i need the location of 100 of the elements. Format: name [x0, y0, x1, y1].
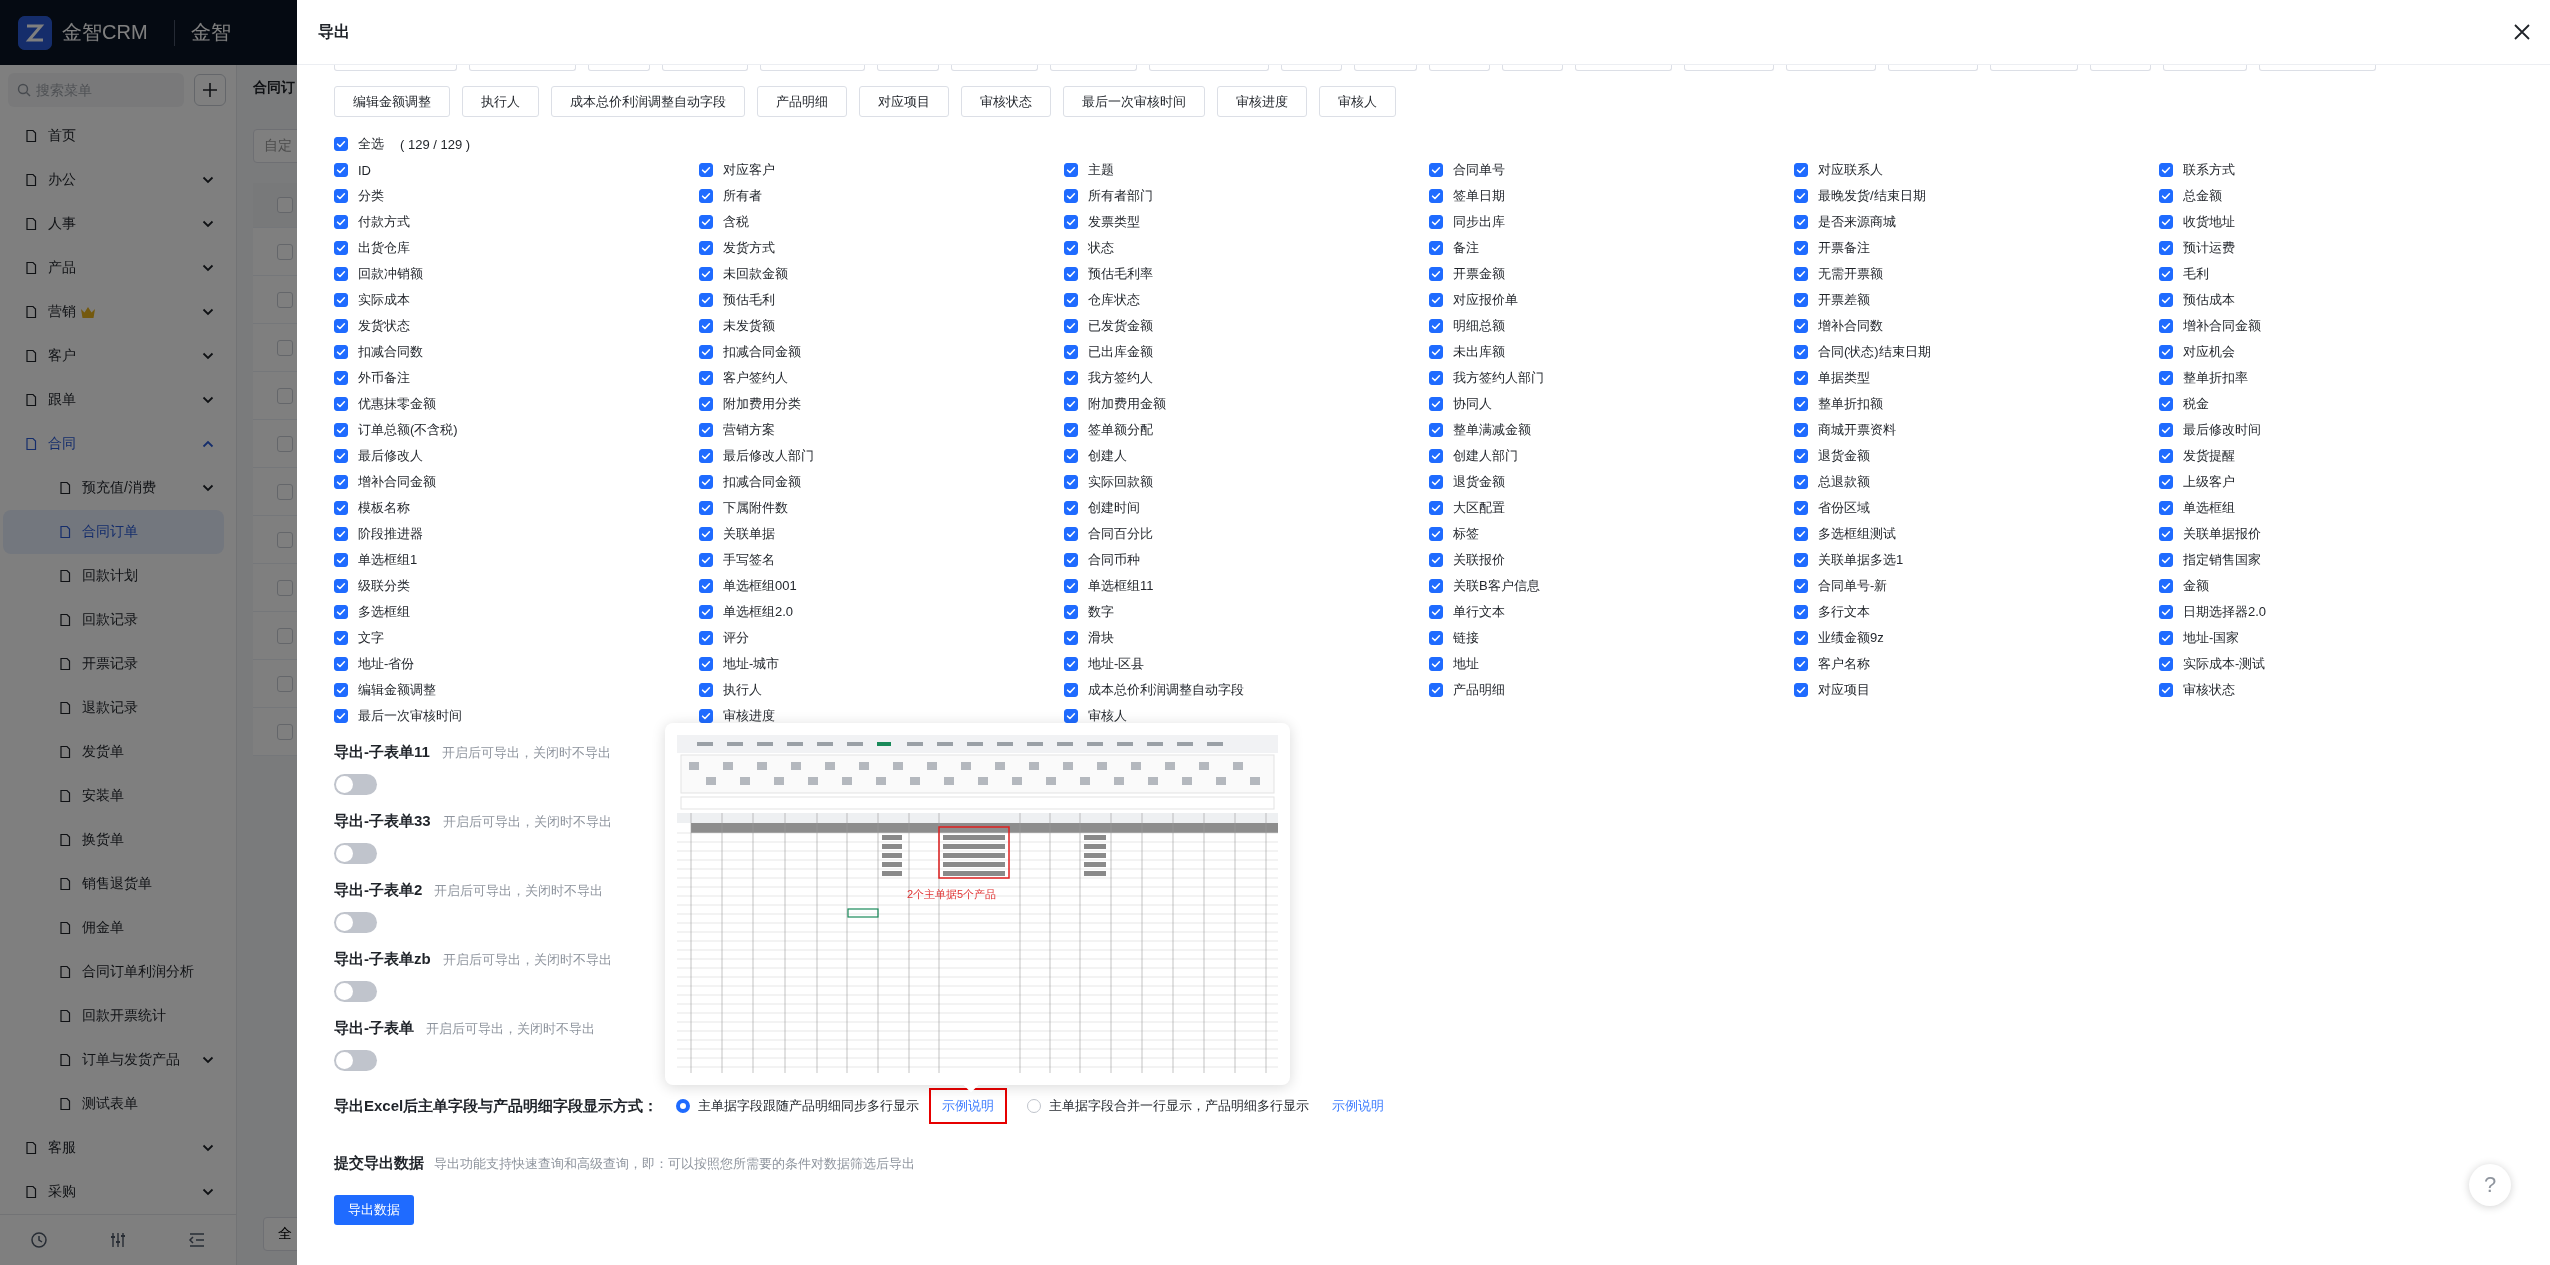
checkbox[interactable] [1794, 579, 1808, 593]
checkbox[interactable] [1429, 267, 1443, 281]
checkbox[interactable] [699, 163, 713, 177]
menu-item[interactable]: 回款开票统计 [3, 994, 224, 1038]
checkbox[interactable] [1794, 605, 1808, 619]
checkbox[interactable] [699, 241, 713, 255]
checkbox[interactable] [699, 683, 713, 697]
checkbox[interactable] [2159, 423, 2173, 437]
menu-item[interactable]: 合同 [0, 422, 236, 466]
field-tag-button[interactable]: 审核进度 [1217, 86, 1307, 117]
field-tag-button[interactable] [951, 65, 1038, 71]
field-tag-button[interactable] [1575, 65, 1672, 71]
menu-item[interactable]: 合同订单 [3, 510, 224, 554]
checkbox[interactable] [1064, 267, 1078, 281]
checkbox[interactable] [2159, 241, 2173, 255]
field-tag-button[interactable] [1354, 65, 1417, 71]
field-tag-button[interactable]: 审核状态 [961, 86, 1051, 117]
history-icon[interactable] [30, 1231, 49, 1249]
checkbox[interactable] [1064, 189, 1078, 203]
checkbox[interactable] [1794, 397, 1808, 411]
field-tag-button[interactable] [588, 65, 650, 71]
checkbox[interactable] [334, 475, 348, 489]
checkbox[interactable] [699, 709, 713, 723]
checkbox[interactable] [1794, 189, 1808, 203]
checkbox[interactable] [699, 605, 713, 619]
checkbox[interactable] [334, 267, 348, 281]
field-tag-button[interactable] [662, 65, 748, 71]
field-tag-button[interactable] [1429, 65, 1490, 71]
checkbox[interactable] [334, 397, 348, 411]
checkbox[interactable] [1429, 553, 1443, 567]
checkbox[interactable] [1064, 605, 1078, 619]
sliders-icon[interactable] [109, 1231, 127, 1249]
checkbox[interactable] [1429, 163, 1443, 177]
checkbox[interactable] [1794, 163, 1808, 177]
help-button[interactable]: ? [2469, 1164, 2511, 1206]
menu-item[interactable]: 安装单 [3, 774, 224, 818]
field-tag-button[interactable]: 产品明细 [757, 86, 847, 117]
checkbox[interactable] [334, 579, 348, 593]
checkbox[interactable] [1794, 683, 1808, 697]
checkbox[interactable] [2159, 631, 2173, 645]
checkbox[interactable] [1429, 345, 1443, 359]
field-tag-button[interactable]: 对应项目 [859, 86, 949, 117]
toggle-switch[interactable] [334, 912, 377, 933]
checkbox[interactable] [1429, 241, 1443, 255]
field-tag-button[interactable]: 最后一次审核时间 [1063, 86, 1205, 117]
checkbox[interactable] [1429, 423, 1443, 437]
checkbox[interactable] [2159, 657, 2173, 671]
checkbox[interactable] [2159, 553, 2173, 567]
checkbox[interactable] [2159, 345, 2173, 359]
checkbox[interactable] [2159, 267, 2173, 281]
checkbox[interactable] [2159, 501, 2173, 515]
checkbox[interactable] [1064, 293, 1078, 307]
menu-item[interactable]: 合同订单利润分析 [3, 950, 224, 994]
checkbox[interactable] [1794, 345, 1808, 359]
menu-item[interactable]: 办公 [0, 158, 236, 202]
checkbox[interactable] [334, 657, 348, 671]
checkbox[interactable] [1794, 215, 1808, 229]
checkbox[interactable] [1064, 579, 1078, 593]
menu-item[interactable]: 回款计划 [3, 554, 224, 598]
checkbox[interactable] [2159, 215, 2173, 229]
field-tag-button[interactable] [1786, 65, 1876, 71]
checkbox[interactable] [334, 501, 348, 515]
menu-item[interactable]: 发货单 [3, 730, 224, 774]
example-link[interactable]: 示例说明 [929, 1088, 1008, 1124]
checkbox[interactable] [1064, 345, 1078, 359]
checkbox[interactable] [334, 371, 348, 385]
field-tag-button[interactable] [1684, 65, 1774, 71]
radio-button[interactable] [1027, 1099, 1042, 1113]
checkbox[interactable] [2159, 449, 2173, 463]
checkbox[interactable] [699, 371, 713, 385]
checkbox[interactable] [1064, 657, 1078, 671]
checkbox[interactable] [699, 423, 713, 437]
checkbox[interactable] [334, 605, 348, 619]
checkbox[interactable] [1794, 423, 1808, 437]
checkbox[interactable] [1429, 293, 1443, 307]
checkbox[interactable] [1064, 475, 1078, 489]
checkbox[interactable] [334, 449, 348, 463]
checkbox[interactable] [699, 631, 713, 645]
checkbox[interactable] [2159, 475, 2173, 489]
checkbox[interactable] [1064, 215, 1078, 229]
checkbox[interactable] [1064, 527, 1078, 541]
checkbox[interactable] [2159, 397, 2173, 411]
field-tag-button[interactable] [1050, 65, 1137, 71]
checkbox[interactable] [2159, 683, 2173, 697]
checkbox[interactable] [1794, 553, 1808, 567]
checkbox[interactable] [334, 163, 348, 177]
checkbox[interactable] [699, 579, 713, 593]
toggle-switch[interactable] [334, 981, 377, 1002]
checkbox[interactable] [1429, 683, 1443, 697]
field-tag-button[interactable] [1990, 65, 2078, 71]
checkbox[interactable] [699, 189, 713, 203]
checkbox[interactable] [1064, 553, 1078, 567]
checkbox[interactable] [699, 293, 713, 307]
checkbox[interactable] [334, 631, 348, 645]
checkbox[interactable] [1429, 631, 1443, 645]
checkbox[interactable] [2159, 527, 2173, 541]
toggle-switch[interactable] [334, 1050, 377, 1071]
checkbox[interactable] [334, 319, 348, 333]
menu-item[interactable]: 采购 [0, 1170, 236, 1214]
checkbox[interactable] [334, 241, 348, 255]
